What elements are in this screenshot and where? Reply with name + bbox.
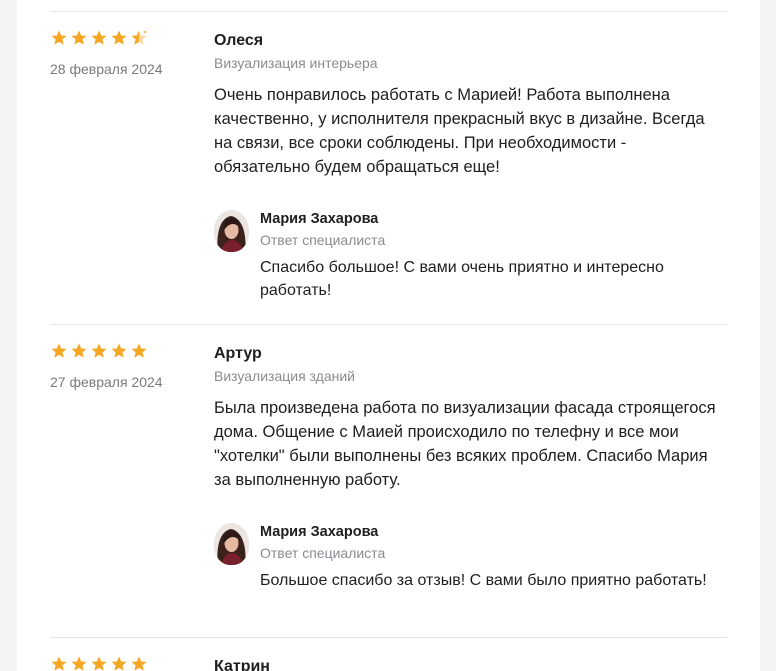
reply-author: Мария Захарова [260, 211, 379, 227]
reply-role: Ответ специалиста [260, 545, 386, 561]
star-icon [111, 30, 127, 45]
star-icon [71, 656, 87, 671]
star-half-sparkle-icon [131, 30, 147, 45]
star-icon [71, 343, 87, 358]
divider [50, 11, 727, 12]
star-icon [131, 343, 147, 358]
review-date: 27 февраля 2024 [50, 374, 163, 390]
review-category: Визуализация зданий [214, 368, 355, 384]
review-text: Очень понравилось работать с Марией! Раб… [214, 86, 705, 176]
review-author: Олеся [214, 32, 264, 49]
star-icon [91, 30, 107, 45]
star-icon [91, 656, 107, 671]
review-category: Визуализация интерьера [214, 55, 378, 71]
star-icon [51, 343, 67, 358]
star-icon [51, 30, 67, 45]
avatar [214, 210, 249, 252]
star-icon [71, 30, 87, 45]
star-icon [131, 656, 147, 671]
star-icon [111, 656, 127, 671]
review-date: 28 февраля 2024 [50, 61, 163, 77]
review-author: Катрин [214, 658, 270, 671]
reply-role: Ответ специалиста [260, 232, 386, 248]
review-text: Была произведена работа по визуализации … [214, 399, 716, 489]
divider [50, 324, 727, 325]
star-icon [111, 343, 127, 358]
rating-stars [50, 342, 148, 360]
rating-stars [50, 29, 148, 47]
reviews-card: 28 февраля 2024 Олеся Визуализация интер… [17, 0, 760, 671]
reply-text: Большое спасибо за отзыв! С вами было пр… [260, 572, 707, 589]
avatar [214, 523, 249, 565]
star-icon [51, 656, 67, 671]
rating-stars [50, 655, 148, 671]
reply-author: Мария Захарова [260, 524, 379, 540]
star-icon [91, 343, 107, 358]
reply-text: Спасибо большое! С вами очень приятно и … [260, 259, 664, 299]
review-author: Артур [214, 345, 262, 362]
divider [50, 637, 727, 638]
